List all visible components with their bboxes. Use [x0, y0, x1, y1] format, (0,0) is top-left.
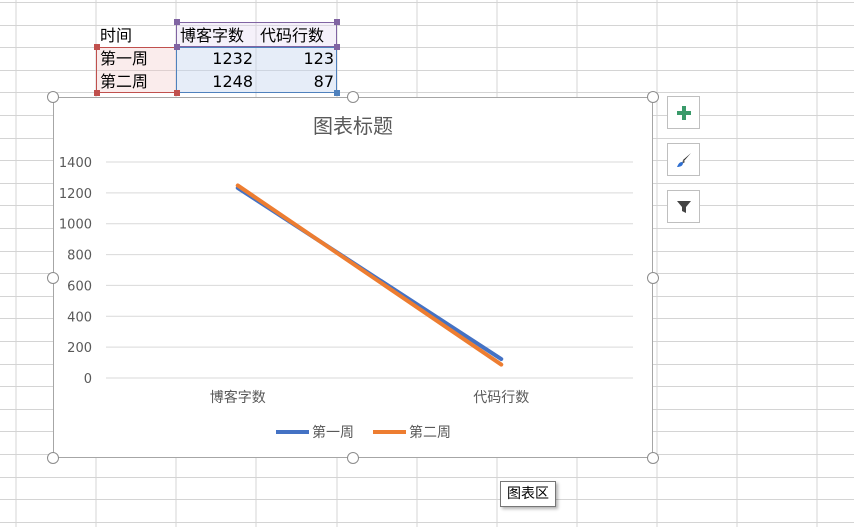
cell-row1-col1[interactable]: 1232	[176, 48, 256, 70]
chart-title[interactable]: 图表标题	[313, 114, 393, 138]
cell-row1-label[interactable]: 第一周	[96, 48, 176, 70]
line-chart: 图表标题 0 200 400 600 800 1000 1200 1400 博客字数 代码行数第一周…	[59, 114, 633, 441]
cell-row2-col1[interactable]: 1248	[176, 71, 256, 93]
cell-header-label[interactable]: 时间	[96, 25, 176, 47]
series-line-第二周[interactable]	[235, 183, 504, 367]
tooltip-chart-area: 图表区	[500, 481, 556, 507]
resize-handle-bottom-right[interactable]	[647, 452, 659, 464]
x-tick-label: 博客字数	[210, 389, 266, 406]
resize-handle-top-right[interactable]	[647, 91, 659, 103]
cell-row1-col2[interactable]: 123	[256, 48, 337, 70]
y-tick-label: 1000	[59, 218, 92, 233]
brush-icon	[676, 152, 691, 167]
y-tick-label: 600	[67, 279, 92, 294]
cell-row2-label[interactable]: 第二周	[96, 71, 176, 93]
resize-handle-bottom-left[interactable]	[47, 452, 59, 464]
chart-styles-button[interactable]	[667, 143, 700, 176]
resize-handle-bottom[interactable]	[347, 452, 359, 464]
resize-handle-right[interactable]	[647, 272, 659, 284]
cell-header-col1[interactable]: 博客字数	[176, 25, 256, 47]
y-tick-label: 200	[67, 341, 92, 356]
plus-icon	[676, 105, 691, 120]
cell-row2-col2[interactable]: 87	[256, 71, 337, 93]
legend-label: 第一周	[312, 424, 354, 441]
y-tick-label: 400	[67, 310, 92, 325]
chart-area[interactable]: 图表标题 0 200 400 600 800 1000 1200 1400 博客字数 代码行数第一周…	[53, 97, 653, 458]
x-tick-label: 代码行数	[473, 390, 529, 406]
y-tick-label: 0	[84, 372, 92, 387]
y-tick-label: 1400	[59, 156, 92, 171]
chart-filters-button[interactable]	[667, 190, 700, 223]
y-tick-label: 1200	[59, 187, 92, 202]
resize-handle-left[interactable]	[47, 272, 59, 284]
resize-handle-top[interactable]	[347, 91, 359, 103]
y-tick-label: 800	[67, 249, 92, 264]
resize-handle-top-left[interactable]	[47, 91, 59, 103]
cell-header-col2[interactable]: 代码行数	[256, 25, 338, 47]
chart-elements-button[interactable]	[667, 96, 700, 129]
funnel-icon	[676, 200, 691, 213]
legend-label: 第二周	[409, 424, 451, 441]
